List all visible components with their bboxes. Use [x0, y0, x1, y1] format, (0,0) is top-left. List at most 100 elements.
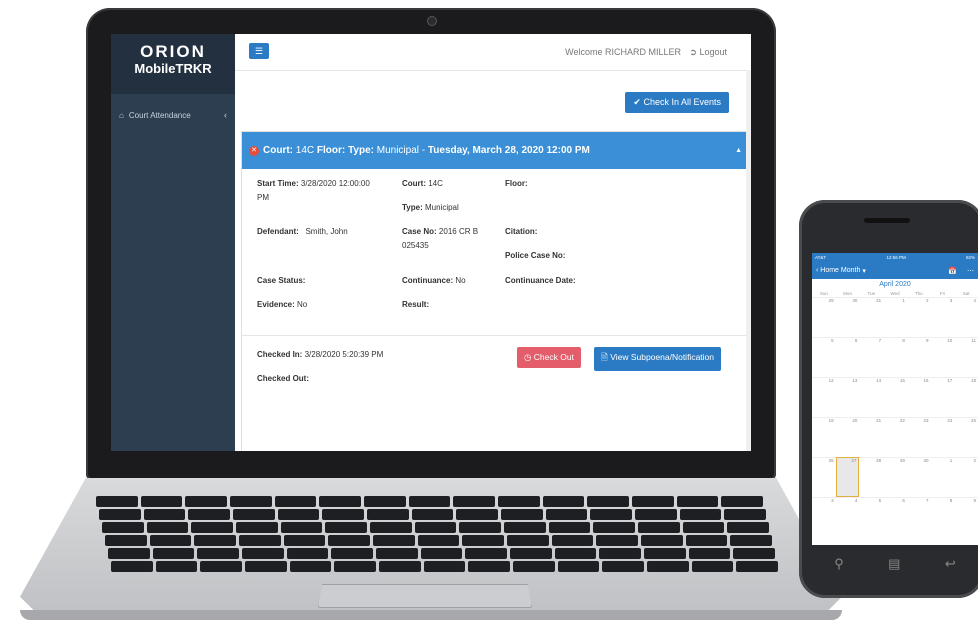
calendar-day-cell[interactable]: 20: [835, 417, 860, 457]
logout-link[interactable]: ➲ Logout: [689, 47, 727, 58]
calendar-day-cell[interactable]: 7: [859, 337, 884, 377]
calendar-day-cell[interactable]: 12: [812, 377, 836, 417]
day-number: 17: [947, 378, 953, 383]
view-subpoena-button[interactable]: 🗎 View Subpoena/Notification: [594, 347, 722, 371]
header-court-label: Court:: [263, 145, 293, 156]
day-number: 1: [949, 458, 953, 463]
day-number: 8: [902, 338, 905, 343]
calendar-day-cell[interactable]: 19: [812, 417, 836, 457]
day-number: 30: [852, 298, 858, 303]
calendar-day-cell[interactable]: 1: [930, 457, 955, 497]
day-number: 13: [852, 378, 858, 383]
keyboard-key: [545, 509, 588, 520]
calendar-day-cell[interactable]: 3: [812, 497, 836, 537]
day-number: 7: [878, 338, 882, 343]
calendar-day-cell[interactable]: 10: [930, 337, 955, 377]
clock-icon: ◷: [524, 352, 534, 362]
keyboard-key: [733, 548, 775, 559]
day-number: 11: [971, 338, 976, 343]
calendar-day-cell[interactable]: 31: [859, 297, 884, 337]
month-title: April 2020: [879, 281, 911, 288]
calendar-day-cell[interactable]: 29: [812, 297, 836, 337]
keyboard-key: [420, 548, 463, 559]
back-label: Home: [820, 267, 839, 274]
more-icon[interactable]: ⋯: [967, 267, 974, 275]
calendar-day-cell[interactable]: 2: [954, 457, 978, 497]
calendar-icon[interactable]: 📅: [948, 267, 957, 275]
check-out-button[interactable]: ◷ Check Out: [517, 347, 581, 368]
day-number: 3: [831, 498, 834, 503]
keyboard-key: [465, 548, 507, 559]
keyboard-key: [236, 522, 278, 533]
calendar-day-cell[interactable]: 7: [906, 497, 931, 537]
calendar-day-cell[interactable]: 16: [906, 377, 931, 417]
event-panel: ✕ Court: 14C Floor: Type: Municipal - Tu…: [241, 131, 749, 451]
calendar-day-cell[interactable]: 22: [883, 417, 907, 457]
scrollbar[interactable]: [746, 70, 751, 451]
sidebar: ORION MobileTRKR ⌂ Court Attendance ‹: [111, 34, 235, 451]
checked-out-label: Checked Out:: [257, 374, 310, 383]
keyboard-key: [149, 535, 192, 546]
calendar-day-cell[interactable]: 6: [883, 497, 907, 537]
keyboard-key: [286, 548, 329, 559]
keyboard-key: [501, 509, 543, 520]
back-arrow-icon[interactable]: ↩: [945, 556, 956, 572]
calendar-day-cell[interactable]: 5: [859, 497, 884, 537]
calendar-day-cell[interactable]: 9: [954, 497, 978, 537]
keyboard-key: [676, 496, 719, 507]
keyboard-key: [322, 509, 364, 520]
calendar-day-cell[interactable]: 29: [883, 457, 907, 497]
header-separator: -: [421, 145, 426, 156]
calendar-day-cell[interactable]: 13: [835, 377, 860, 417]
day-number: 29: [899, 458, 905, 463]
calendar-day-cell[interactable]: 4: [954, 297, 978, 337]
calendar-day-cell[interactable]: 30: [835, 297, 860, 337]
calendar-day-cell[interactable]: 5: [812, 337, 836, 377]
nav-title[interactable]: Month: [841, 267, 860, 274]
calendar-day-cell[interactable]: 11: [954, 337, 978, 377]
event-header[interactable]: ✕ Court: 14C Floor: Type: Municipal - Tu…: [242, 132, 748, 169]
search-icon[interactable]: ⚲: [834, 556, 844, 572]
check-in-all-button[interactable]: ✔ Check In All Events: [625, 92, 729, 113]
back-button[interactable]: ‹ Home: [816, 267, 839, 274]
calendar-day-cell[interactable]: 8: [930, 497, 955, 537]
calendar-day-cell[interactable]: 8: [883, 337, 907, 377]
sidebar-item-court-attendance[interactable]: ⌂ Court Attendance ‹: [111, 102, 235, 128]
calendar-day-cell[interactable]: 25: [954, 417, 978, 457]
calendar-day-cell[interactable]: 24: [930, 417, 955, 457]
calendar-day-cell[interactable]: 23: [906, 417, 931, 457]
calendar-day-cell[interactable]: 14: [859, 377, 884, 417]
calendar-day-cell[interactable]: 4: [835, 497, 860, 537]
calendar-day-cell[interactable]: 17: [930, 377, 955, 417]
status-carrier: AT&T: [815, 255, 827, 260]
day-number: 18: [970, 378, 976, 383]
keyboard: [96, 496, 778, 576]
calendar-day-cell[interactable]: 27: [835, 457, 860, 497]
laptop-screen: ORION MobileTRKR ⌂ Court Attendance ‹ ☰ …: [111, 34, 751, 451]
keyboard-key: [408, 496, 451, 507]
keyboard-key: [152, 548, 195, 559]
calendar-day-cell[interactable]: 18: [954, 377, 978, 417]
keyboard-key: [414, 522, 457, 533]
calendar-day-cell[interactable]: 6: [835, 337, 860, 377]
calendar-day-cell[interactable]: 9: [906, 337, 931, 377]
calendar-day-cell[interactable]: 15: [883, 377, 907, 417]
calendar-day-cell[interactable]: 21: [859, 417, 884, 457]
calendar-day-cell[interactable]: 2: [906, 297, 931, 337]
calendar-day-cell[interactable]: 1: [883, 297, 907, 337]
case-status-field: Case Status:: [257, 274, 305, 288]
calendar-day-cell[interactable]: 3: [930, 297, 955, 337]
keyboard-key: [188, 509, 230, 520]
menu-toggle-button[interactable]: ☰: [249, 43, 269, 59]
keyboard-key: [638, 522, 680, 533]
home-button-icon[interactable]: ▤: [888, 556, 900, 572]
calendar-day-cell[interactable]: 30: [906, 457, 931, 497]
brand-line1: ORION: [140, 42, 206, 61]
calendar-day-cell[interactable]: 26: [812, 457, 836, 497]
calendar-day-cell[interactable]: 28: [859, 457, 884, 497]
top-bar: ☰ Welcome RICHARD MILLER ➲ Logout: [235, 34, 751, 71]
day-number: 12: [828, 378, 834, 383]
keyboard-key: [367, 509, 409, 520]
welcome-text: Welcome RICHARD MILLER: [565, 47, 681, 57]
court-label: Court:: [402, 179, 426, 188]
